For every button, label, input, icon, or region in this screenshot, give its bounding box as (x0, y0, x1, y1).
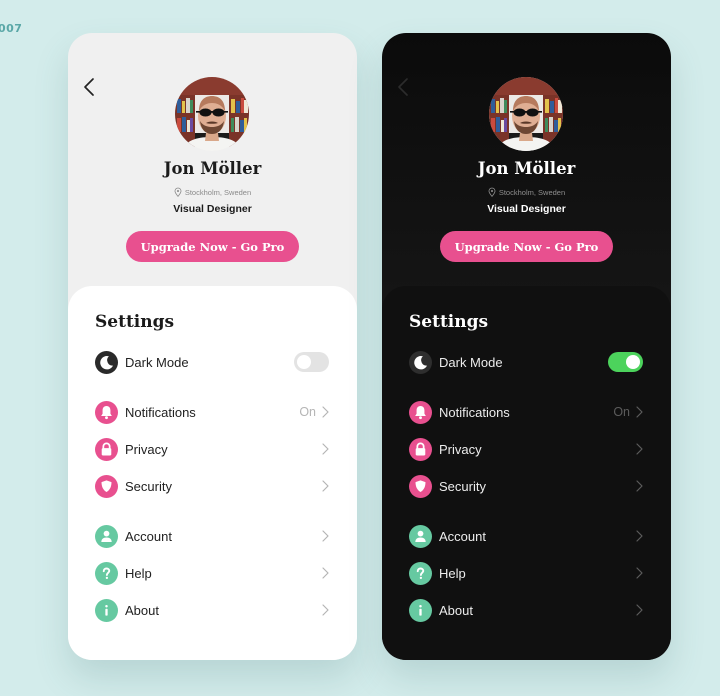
user-icon (409, 524, 432, 548)
toggle-knob (626, 355, 640, 369)
settings-item-help[interactable]: Help (95, 561, 329, 585)
dark-mode-toggle[interactable] (608, 352, 643, 372)
settings-item-help[interactable]: Help (409, 561, 643, 585)
chevron-right-icon (322, 480, 329, 492)
dark-mode-label: Dark Mode (439, 354, 503, 370)
chevron-right-icon (636, 406, 643, 418)
question-icon (409, 561, 432, 585)
dark-mode-row: Dark Mode (409, 350, 643, 374)
question-icon (95, 561, 118, 585)
phone-dark-theme: Jon Möller Stockholm, Sweden Visual Desi… (382, 33, 671, 660)
upgrade-button[interactable]: Upgrade Now - Go Pro (440, 231, 613, 262)
phone-light-theme: Jon Möller Stockholm, Sweden Visual Desi… (68, 33, 357, 660)
user-icon (95, 524, 118, 548)
security-label: Security (439, 478, 486, 494)
chevron-right-icon (322, 567, 329, 579)
settings-item-security[interactable]: Security (409, 474, 643, 498)
privacy-label: Privacy (439, 441, 482, 457)
chevron-right-icon (322, 604, 329, 616)
info-icon (95, 598, 118, 622)
toggle-knob (297, 355, 311, 369)
shield-icon (409, 474, 432, 498)
user-role: Visual Designer (173, 203, 252, 215)
notifications-value: On (299, 405, 316, 419)
dark-mode-label: Dark Mode (125, 354, 189, 370)
about-label: About (439, 602, 473, 618)
account-label: Account (125, 528, 172, 544)
user-location: Stockholm, Sweden (68, 187, 357, 197)
help-label: Help (125, 565, 152, 581)
user-role: Visual Designer (487, 203, 566, 215)
settings-title: Settings (95, 312, 175, 332)
lock-icon (95, 437, 118, 461)
map-pin-icon (488, 187, 496, 197)
settings-title: Settings (409, 312, 489, 332)
user-name: Jon Möller (477, 159, 576, 178)
settings-item-account[interactable]: Account (409, 524, 643, 548)
avatar (175, 77, 249, 151)
chevron-right-icon (636, 567, 643, 579)
security-label: Security (125, 478, 172, 494)
user-location-text: Stockholm, Sweden (184, 187, 252, 197)
user-location: Stockholm, Sweden (382, 187, 671, 197)
corner-tag: 007 (0, 22, 23, 35)
lock-icon (409, 437, 432, 461)
user-location-text: Stockholm, Sweden (498, 187, 566, 197)
user-name: Jon Möller (163, 159, 262, 178)
moon-icon (409, 350, 432, 374)
map-pin-icon (174, 187, 182, 197)
settings-panel: Settings Dark Mode Notifications On Priv… (382, 286, 671, 660)
help-label: Help (439, 565, 466, 581)
back-chevron-icon[interactable] (82, 77, 96, 97)
about-label: About (125, 602, 159, 618)
chevron-right-icon (636, 530, 643, 542)
account-label: Account (439, 528, 486, 544)
settings-item-privacy[interactable]: Privacy (95, 437, 329, 461)
settings-item-about[interactable]: About (95, 598, 329, 622)
back-chevron-icon[interactable] (396, 77, 410, 97)
settings-item-notifications[interactable]: Notifications On (409, 400, 643, 424)
settings-item-account[interactable]: Account (95, 524, 329, 548)
dark-mode-row: Dark Mode (95, 350, 329, 374)
chevron-right-icon (636, 480, 643, 492)
avatar (489, 77, 563, 151)
chevron-right-icon (322, 443, 329, 455)
settings-item-privacy[interactable]: Privacy (409, 437, 643, 461)
dark-mode-toggle[interactable] (294, 352, 329, 372)
notifications-label: Notifications (125, 404, 196, 420)
settings-item-security[interactable]: Security (95, 474, 329, 498)
settings-panel: Settings Dark Mode Notifications On Priv… (68, 286, 357, 660)
privacy-label: Privacy (125, 441, 168, 457)
settings-item-notifications[interactable]: Notifications On (95, 400, 329, 424)
chevron-right-icon (636, 443, 643, 455)
notifications-value: On (613, 405, 630, 419)
upgrade-button[interactable]: Upgrade Now - Go Pro (126, 231, 299, 262)
notifications-label: Notifications (439, 404, 510, 420)
shield-icon (95, 474, 118, 498)
chevron-right-icon (636, 604, 643, 616)
bell-icon (409, 400, 432, 424)
info-icon (409, 598, 432, 622)
bell-icon (95, 400, 118, 424)
chevron-right-icon (322, 406, 329, 418)
settings-item-about[interactable]: About (409, 598, 643, 622)
moon-icon (95, 350, 118, 374)
chevron-right-icon (322, 530, 329, 542)
